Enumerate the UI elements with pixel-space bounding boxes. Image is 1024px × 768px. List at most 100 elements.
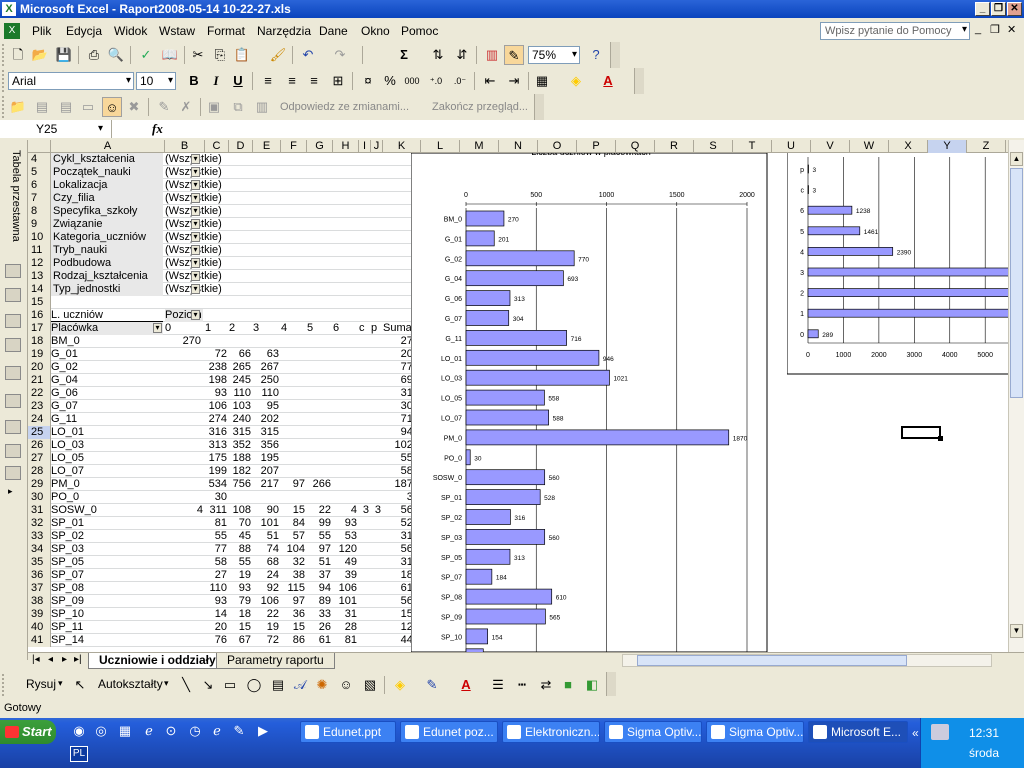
excel-icon[interactable]: X <box>2 2 16 16</box>
value-cell[interactable]: 20 <box>205 621 227 634</box>
row-header[interactable]: 14 <box>28 283 51 296</box>
value-cell[interactable]: 68 <box>253 556 279 569</box>
value-cell[interactable] <box>165 491 203 504</box>
row-header[interactable]: 8 <box>28 205 51 218</box>
level-header[interactable]: p <box>371 322 381 335</box>
data-field-label[interactable]: L. uczniów <box>51 309 163 322</box>
value-cell[interactable] <box>359 413 369 426</box>
chart2-bar[interactable] <box>807 308 1010 318</box>
menu-tools[interactable]: Narzędzia <box>257 24 311 38</box>
value-cell[interactable] <box>281 361 305 374</box>
value-cell[interactable] <box>371 361 381 374</box>
value-cell[interactable]: 84 <box>281 517 305 530</box>
toolbar-grip[interactable] <box>2 44 6 66</box>
column-header-G[interactable]: G <box>307 140 333 153</box>
value-cell[interactable] <box>359 556 369 569</box>
value-cell[interactable]: 92 <box>253 582 279 595</box>
fill-handle[interactable] <box>938 436 943 441</box>
review-icon-5[interactable]: ☺ <box>102 97 122 117</box>
column-header-W[interactable]: W <box>850 140 889 153</box>
value-cell[interactable] <box>359 452 369 465</box>
spelling-icon[interactable]: ✓ <box>136 45 156 65</box>
italic-button[interactable]: I <box>206 71 226 91</box>
value-cell[interactable] <box>281 439 305 452</box>
row-header[interactable]: 29 <box>28 478 51 491</box>
value-cell[interactable] <box>371 582 381 595</box>
quicklaunch-app8-icon[interactable]: ✎ <box>230 722 248 740</box>
level-dropdown-icon[interactable]: ▾ <box>191 310 200 320</box>
row-header[interactable]: 39 <box>28 608 51 621</box>
value-cell[interactable] <box>359 569 369 582</box>
name-box[interactable]: Y25 <box>0 120 112 138</box>
school-name[interactable]: SP_07 <box>51 569 163 582</box>
toolbar-grip-format[interactable] <box>2 70 6 92</box>
pivot-panel-icon-1[interactable] <box>5 264 21 278</box>
picture-icon[interactable]: ▧ <box>360 675 380 695</box>
open-icon[interactable]: 📂 <box>30 45 50 65</box>
value-cell[interactable]: 22 <box>253 608 279 621</box>
menu-format[interactable]: Format <box>207 24 245 38</box>
value-cell[interactable]: 199 <box>205 465 227 478</box>
value-cell[interactable] <box>281 335 305 348</box>
value-cell[interactable]: 106 <box>333 582 357 595</box>
value-cell[interactable] <box>307 335 331 348</box>
value-cell[interactable]: 120 <box>333 543 357 556</box>
value-cell[interactable]: 31 <box>333 608 357 621</box>
value-cell[interactable]: 99 <box>307 517 331 530</box>
level-header[interactable]: 5 <box>307 322 331 335</box>
underline-button[interactable]: U <box>228 71 248 91</box>
filter-dropdown-icon[interactable]: ▾ <box>191 258 200 268</box>
value-cell[interactable]: 110 <box>229 387 251 400</box>
row-header[interactable]: 19 <box>28 348 51 361</box>
value-cell[interactable] <box>253 491 279 504</box>
chart1-bar[interactable] <box>465 548 511 565</box>
value-cell[interactable]: 32 <box>281 556 305 569</box>
menu-window[interactable]: Okno <box>361 24 390 38</box>
value-cell[interactable] <box>333 387 357 400</box>
value-cell[interactable]: 15 <box>281 621 305 634</box>
value-cell[interactable] <box>359 543 369 556</box>
value-cell[interactable] <box>281 400 305 413</box>
value-cell[interactable] <box>371 335 381 348</box>
doc-close-icon[interactable]: ✕ <box>1007 23 1016 36</box>
value-cell[interactable]: 19 <box>229 569 251 582</box>
column-header-V[interactable]: V <box>811 140 850 153</box>
value-cell[interactable] <box>333 478 357 491</box>
review-icon-11[interactable]: ▥ <box>252 97 272 117</box>
scroll-down-icon[interactable]: ▼ <box>1010 624 1023 638</box>
value-cell[interactable] <box>307 413 331 426</box>
value-cell[interactable] <box>371 452 381 465</box>
column-header-B[interactable]: B <box>165 140 205 153</box>
chart1-bar[interactable] <box>465 290 511 306</box>
column-header-U[interactable]: U <box>772 140 811 153</box>
review-icon-9[interactable]: ▣ <box>204 97 224 117</box>
value-cell[interactable] <box>333 465 357 478</box>
value-cell[interactable] <box>371 569 381 582</box>
clipart-icon[interactable]: ☺ <box>336 675 356 695</box>
align-right-icon[interactable]: ≡ <box>304 71 324 91</box>
network-icon[interactable] <box>931 724 949 740</box>
school-name[interactable]: G_11 <box>51 413 163 426</box>
value-cell[interactable] <box>371 517 381 530</box>
value-cell[interactable]: 19 <box>253 621 279 634</box>
value-cell[interactable] <box>281 465 305 478</box>
value-cell[interactable]: 316 <box>205 426 227 439</box>
value-cell[interactable] <box>281 491 305 504</box>
value-cell[interactable]: 51 <box>307 556 331 569</box>
school-name[interactable]: G_01 <box>51 348 163 361</box>
value-cell[interactable] <box>281 348 305 361</box>
chart2-bar[interactable] <box>807 226 861 236</box>
value-cell[interactable] <box>253 335 279 348</box>
row-header[interactable]: 18 <box>28 335 51 348</box>
value-cell[interactable]: 103 <box>229 400 251 413</box>
draw-dropdown-icon[interactable]: ▾ <box>58 678 63 689</box>
level-header[interactable]: 3 <box>253 322 279 335</box>
chart1-bar[interactable] <box>465 489 541 505</box>
value-cell[interactable]: 24 <box>253 569 279 582</box>
value-cell[interactable] <box>371 556 381 569</box>
level-header[interactable]: 4 <box>281 322 305 335</box>
value-cell[interactable] <box>333 452 357 465</box>
value-cell[interactable]: 115 <box>281 582 305 595</box>
filter-field-label[interactable]: Tryb_nauki <box>51 244 163 257</box>
merge-center-icon[interactable]: ⊞ <box>328 71 348 91</box>
